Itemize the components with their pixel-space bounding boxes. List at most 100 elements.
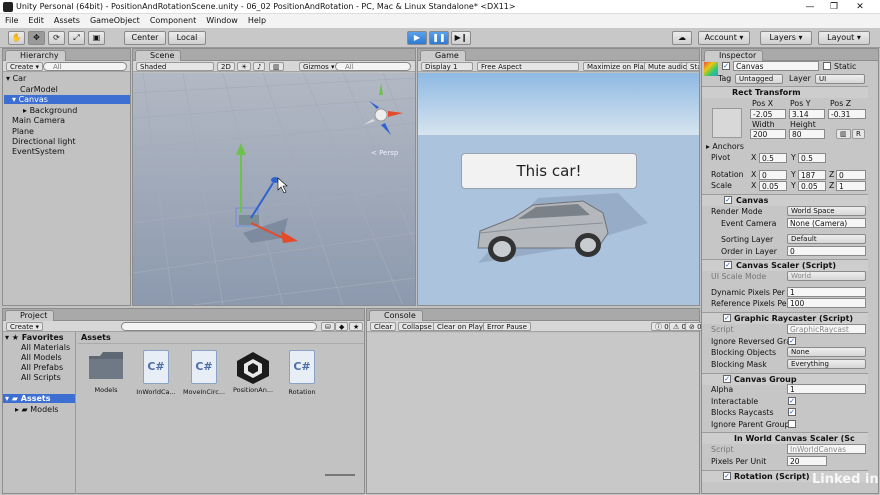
scale-tool-icon[interactable]: ⤢: [68, 31, 85, 45]
favorite-star-icon[interactable]: ★: [349, 322, 364, 331]
console-clear-button[interactable]: Clear: [370, 322, 397, 331]
asset-item-models[interactable]: Models: [84, 350, 128, 394]
blocking-objects-dropdown[interactable]: None: [787, 347, 866, 357]
display-dropdown[interactable]: Display 1: [421, 62, 473, 71]
close-icon[interactable]: ✕: [850, 1, 870, 13]
project-search-input[interactable]: [121, 322, 317, 331]
blocking-mask-dropdown[interactable]: Everything: [787, 359, 866, 369]
gizmos-dropdown[interactable]: Gizmos ▾: [299, 62, 339, 71]
ignore-reversed-checkbox[interactable]: ✓: [788, 337, 796, 345]
rotation-y-field[interactable]: 187: [798, 170, 826, 180]
asset-item-rotation[interactable]: C# Rotation: [280, 350, 324, 396]
canvas-enabled-checkbox[interactable]: ✓: [724, 196, 732, 204]
blueprint-mode-icon[interactable]: ▥: [836, 129, 851, 139]
object-name-field[interactable]: Canvas: [733, 61, 819, 71]
favorite-all-scripts[interactable]: All Scripts: [21, 373, 61, 382]
pos-x-field[interactable]: -2.05: [750, 109, 786, 119]
hierarchy-item-canvas[interactable]: ▾ Canvas: [4, 95, 130, 104]
scene-viewport[interactable]: < Persp: [133, 73, 415, 305]
ignore-parent-checkbox[interactable]: [788, 420, 796, 428]
rotation-script-checkbox[interactable]: ✓: [723, 472, 731, 480]
asset-item-moveincircle[interactable]: C# MoveInCirc...: [182, 350, 226, 396]
lighting-toggle-icon[interactable]: ☀: [237, 62, 252, 71]
order-in-layer-field[interactable]: 0: [787, 246, 866, 256]
filter-label-icon[interactable]: ◆: [335, 322, 349, 331]
rect-transform-header[interactable]: Rect Transform: [702, 86, 868, 98]
assets-folder[interactable]: ▾ ▰ Assets: [3, 394, 75, 403]
pivot-y-field[interactable]: 0.5: [798, 153, 826, 163]
pivot-x-field[interactable]: 0.5: [759, 153, 787, 163]
rotate-tool-icon[interactable]: ⟳: [48, 31, 65, 45]
raycaster-checkbox[interactable]: ✓: [723, 314, 731, 322]
space-mode-button[interactable]: Local: [168, 31, 206, 45]
pos-z-field[interactable]: -0.31: [828, 109, 866, 119]
play-button[interactable]: ▶: [407, 31, 427, 45]
pivot-mode-button[interactable]: Center: [124, 31, 166, 45]
tab-console[interactable]: Console: [369, 310, 423, 321]
pause-button[interactable]: ❚❚: [429, 31, 449, 45]
static-checkbox[interactable]: [823, 62, 831, 70]
step-button[interactable]: ▶❙: [451, 31, 471, 45]
alpha-field[interactable]: 1: [787, 384, 866, 394]
menu-file[interactable]: File: [0, 14, 23, 27]
move-tool-icon[interactable]: ✥: [28, 31, 45, 45]
hierarchy-item-directional-light[interactable]: Directional light: [12, 137, 76, 146]
reference-pixels-field[interactable]: 100: [787, 298, 866, 308]
mode-2d-toggle[interactable]: 2D: [217, 62, 235, 71]
maximize-on-play-toggle[interactable]: Maximize on Play: [583, 62, 652, 71]
menu-component[interactable]: Component: [145, 14, 201, 27]
hierarchy-item-main-camera[interactable]: Main Camera: [12, 116, 65, 125]
inworld-scaler-header[interactable]: In World Canvas Scaler (Sc: [702, 432, 868, 444]
shading-dropdown[interactable]: Shaded: [136, 62, 214, 71]
scene-search-input[interactable]: All: [335, 62, 411, 71]
menu-help[interactable]: Help: [243, 14, 271, 27]
anchor-preset-widget[interactable]: [712, 108, 742, 138]
stats-toggle[interactable]: Stats: [686, 62, 700, 71]
mute-audio-toggle[interactable]: Mute audio: [644, 62, 692, 71]
render-mode-dropdown[interactable]: World Space: [787, 206, 866, 216]
minimize-icon[interactable]: —: [800, 1, 820, 13]
tab-inspector[interactable]: Inspector: [704, 50, 764, 61]
aspect-dropdown[interactable]: Free Aspect: [477, 62, 579, 71]
menu-assets[interactable]: Assets: [49, 14, 85, 27]
scale-x-field[interactable]: 0.05: [759, 181, 787, 191]
scale-y-field[interactable]: 0.05: [798, 181, 826, 191]
hand-tool-icon[interactable]: ✋: [8, 31, 25, 45]
hierarchy-search-input[interactable]: All: [43, 62, 127, 71]
project-create-button[interactable]: Create ▾: [6, 322, 44, 331]
console-log-area[interactable]: [367, 333, 699, 493]
tab-hierarchy[interactable]: Hierarchy: [5, 50, 66, 61]
favorite-all-prefabs[interactable]: All Prefabs: [21, 363, 63, 372]
cloud-icon[interactable]: ☁: [672, 31, 692, 45]
hierarchy-item-plane[interactable]: Plane: [12, 127, 34, 136]
rect-tool-icon[interactable]: ▣: [88, 31, 105, 45]
hierarchy-item-car[interactable]: ▾ Car: [6, 74, 26, 83]
sorting-layer-dropdown[interactable]: Default: [787, 234, 866, 244]
menu-window[interactable]: Window: [201, 14, 243, 27]
asset-item-inworldcanvas[interactable]: C# InWorldCa...: [134, 350, 178, 396]
width-field[interactable]: 200: [750, 129, 786, 139]
layers-dropdown[interactable]: Layers ▾: [760, 31, 812, 45]
menu-gameobject[interactable]: GameObject: [85, 14, 145, 27]
tab-game[interactable]: Game: [420, 50, 466, 61]
rotation-z-field[interactable]: 0: [836, 170, 866, 180]
raw-edit-button[interactable]: R: [852, 129, 865, 139]
tab-scene[interactable]: Scene: [135, 50, 182, 61]
project-breadcrumb[interactable]: Assets: [81, 333, 111, 342]
anchors-foldout[interactable]: ▸ Anchors: [706, 142, 744, 151]
canvas-group-checkbox[interactable]: ✓: [723, 375, 731, 383]
layer-dropdown[interactable]: UI: [815, 74, 865, 84]
hierarchy-item-eventsystem[interactable]: EventSystem: [12, 147, 65, 156]
height-field[interactable]: 80: [789, 129, 825, 139]
favorite-all-materials[interactable]: All Materials: [21, 343, 70, 352]
account-dropdown[interactable]: Account ▾: [698, 31, 750, 45]
layout-dropdown[interactable]: Layout ▾: [818, 31, 870, 45]
asset-item-scene[interactable]: PositionAn...: [231, 350, 275, 394]
hierarchy-item-carmodel[interactable]: CarModel: [20, 85, 58, 94]
console-collapse-button[interactable]: Collapse: [398, 322, 436, 331]
console-error-pause-button[interactable]: Error Pause: [483, 322, 531, 331]
audio-toggle-icon[interactable]: ♪: [253, 62, 266, 71]
favorites-header[interactable]: ▾ ★ Favorites: [5, 333, 64, 342]
active-checkbox[interactable]: ✓: [722, 62, 730, 70]
hierarchy-create-button[interactable]: Create ▾: [6, 62, 44, 71]
